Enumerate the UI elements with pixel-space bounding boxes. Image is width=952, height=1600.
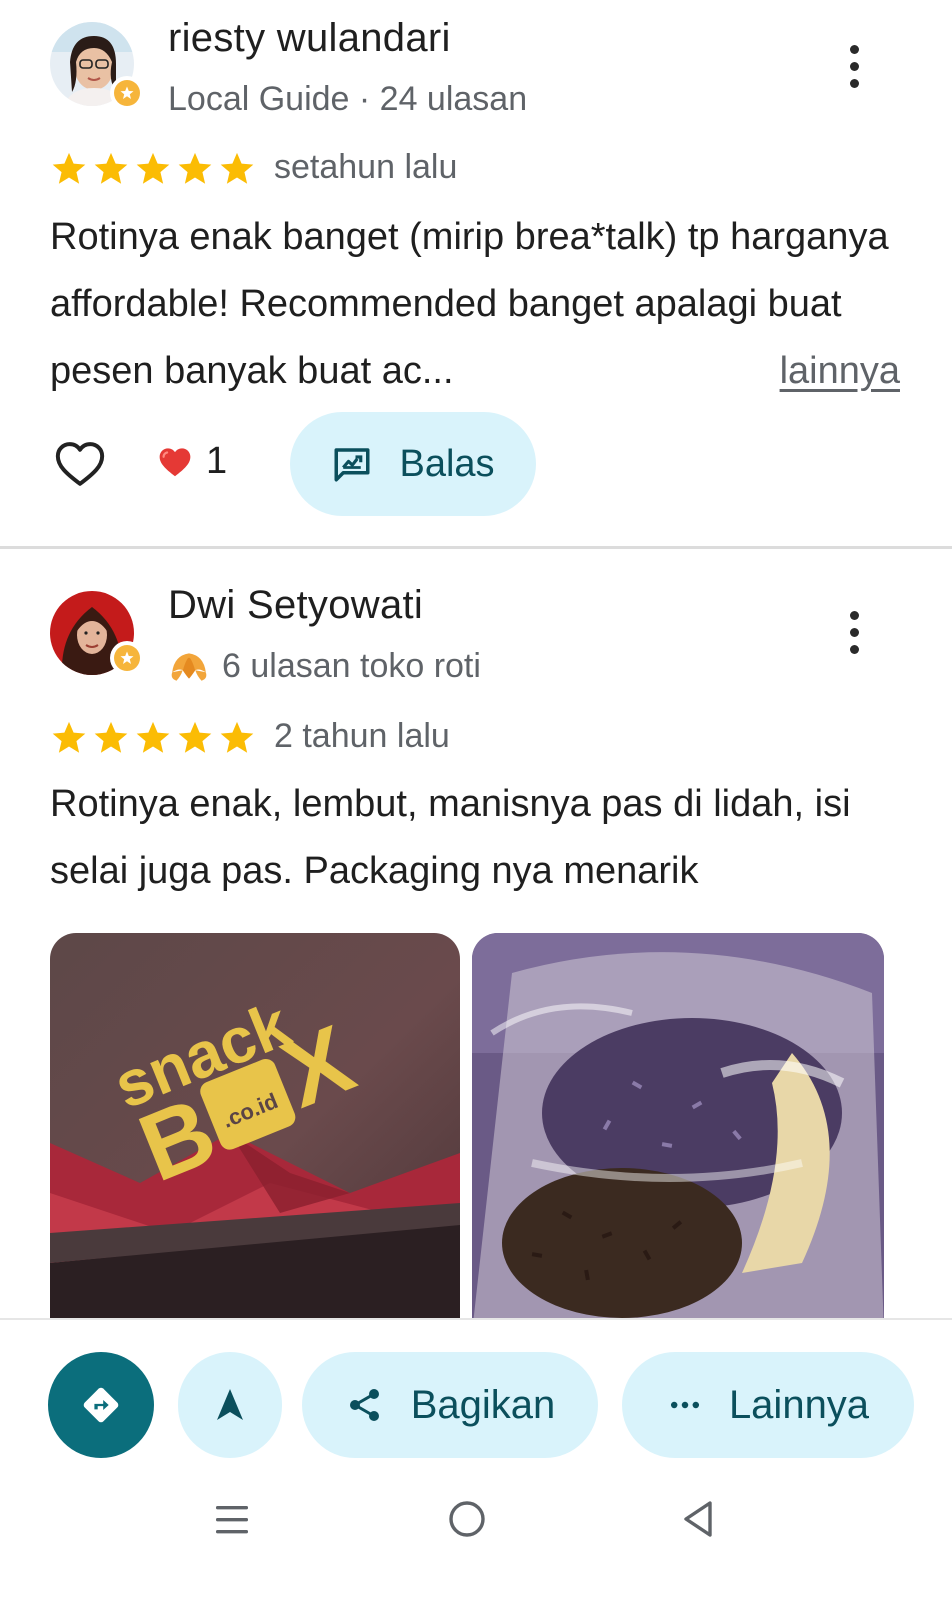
review-options-button[interactable] <box>832 602 876 662</box>
star-icon <box>178 721 212 753</box>
like-count[interactable]: 1 <box>156 440 227 483</box>
reviewer-name[interactable]: riesty wulandari <box>168 16 451 61</box>
review-text: Rotinya enak, lembut, manisnya pas di li… <box>50 783 851 892</box>
review-text: Rotinya enak banget (mirip brea*talk) tp… <box>50 204 900 405</box>
local-guide-badge-icon <box>110 641 144 675</box>
local-guide-badge-icon <box>110 76 144 110</box>
system-navigation-bar <box>0 1478 952 1600</box>
share-button[interactable]: Bagikan <box>302 1352 598 1458</box>
reply-button[interactable]: Balas <box>290 412 536 516</box>
review-options-button[interactable] <box>832 36 876 96</box>
action-bar: Bagikan Lainnya <box>0 1318 952 1478</box>
reviewer-meta: Local Guide · 24 ulasan <box>168 80 528 118</box>
recent-apps-icon[interactable] <box>212 1500 252 1540</box>
read-more-link[interactable]: lainnya <box>780 338 900 405</box>
star-icon <box>94 721 128 753</box>
star-icon <box>220 152 254 184</box>
back-icon[interactable] <box>680 1498 720 1540</box>
reviewer-name[interactable]: Dwi Setyowati <box>168 583 423 628</box>
directions-button[interactable] <box>48 1352 154 1458</box>
reviewer-meta: 6 ulasan toko roti <box>168 645 481 687</box>
review-date: 2 tahun lalu <box>274 717 450 755</box>
home-icon[interactable] <box>446 1498 488 1540</box>
heart-filled-icon <box>159 447 191 476</box>
more-horizontal-icon <box>670 1401 699 1409</box>
reply-label: Balas <box>399 442 495 485</box>
more-label: Lainnya <box>728 1382 870 1427</box>
review-date: setahun lalu <box>274 148 458 186</box>
reply-icon <box>334 448 370 482</box>
croissant-icon <box>171 653 207 681</box>
review-photo[interactable]: snack B .co.id X <box>50 933 460 1333</box>
star-icon <box>94 152 128 184</box>
star-icon <box>136 721 170 753</box>
review-card: riesty wulandari Local Guide · 24 ulasan… <box>0 0 952 560</box>
reviewer-meta-text: 6 ulasan toko roti <box>222 646 481 685</box>
like-count-value: 1 <box>206 440 228 482</box>
star-icon <box>178 152 212 184</box>
divider <box>0 546 952 549</box>
directions-icon <box>83 1387 119 1423</box>
share-label: Bagikan <box>410 1382 556 1427</box>
star-icon <box>220 721 254 753</box>
heart-outline-icon[interactable] <box>52 436 108 492</box>
star-icon <box>52 721 86 753</box>
start-navigation-button[interactable] <box>178 1352 282 1458</box>
review-card: Dwi Setyowati 6 ulasan toko roti 2 tahun… <box>0 561 952 1351</box>
star-rating <box>50 719 256 757</box>
share-icon <box>349 1389 379 1421</box>
navigation-arrow-icon <box>217 1389 243 1420</box>
more-options-button[interactable]: Lainnya <box>622 1352 914 1458</box>
review-photo[interactable] <box>472 933 884 1333</box>
star-icon <box>52 152 86 184</box>
review-text-content: Rotinya enak banget (mirip brea*talk) tp… <box>50 216 889 392</box>
star-icon <box>136 152 170 184</box>
star-rating <box>50 150 256 188</box>
